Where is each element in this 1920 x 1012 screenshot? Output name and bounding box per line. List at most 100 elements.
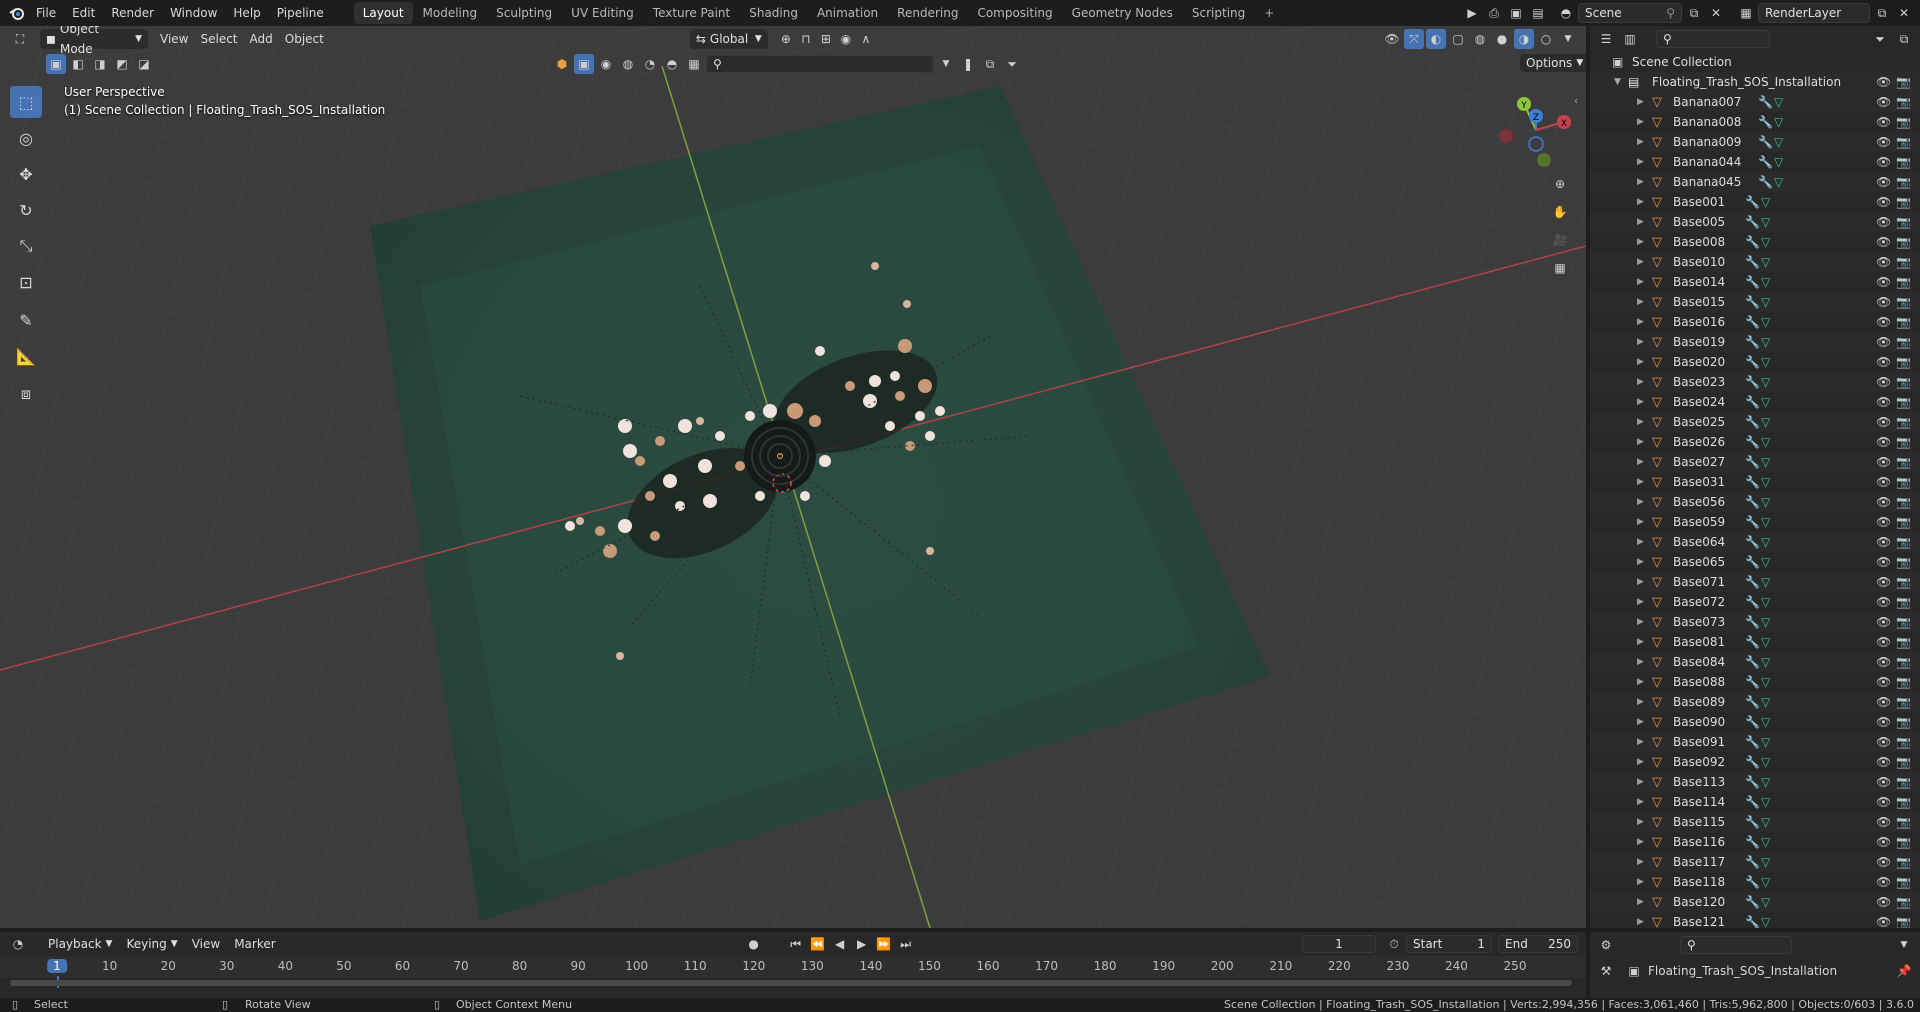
filter-all-icon[interactable]: ⬢ xyxy=(552,54,572,74)
tab-scripting[interactable]: Scripting xyxy=(1183,2,1254,24)
camera-icon[interactable]: 📷 xyxy=(1896,535,1911,549)
filter-light-icon[interactable]: ◔ xyxy=(640,54,660,74)
eye-icon[interactable]: 👁 xyxy=(1876,715,1891,729)
render-folder-icon[interactable]: ▤ xyxy=(1528,3,1548,23)
frame-ruler[interactable]: 1 10 20 30 40 50 60 70 80 90 100 110 120 130 140 150 160… xyxy=(0,956,1586,988)
display-mode-icon[interactable]: ⧉ xyxy=(980,54,1000,74)
mesh-data-icon[interactable]: ▽ xyxy=(1761,775,1770,789)
filter-world-icon[interactable]: ◍ xyxy=(618,54,638,74)
tab-animation[interactable]: Animation xyxy=(808,2,887,24)
camera-icon[interactable]: 📷 xyxy=(1896,115,1911,129)
outliner-item[interactable]: ▶ ▽ Base023 🔧 ▽ 👁 📷 xyxy=(1590,372,1920,392)
mesh-data-icon[interactable]: ▽ xyxy=(1761,255,1770,269)
expand-arrow-icon[interactable]: ▶ xyxy=(1637,237,1644,247)
modifier-wrench-icon[interactable]: 🔧 xyxy=(1745,555,1760,569)
camera-icon[interactable]: 📷 xyxy=(1896,615,1911,629)
camera-icon[interactable]: 📷 xyxy=(1896,335,1911,349)
eye-icon[interactable]: 👁 xyxy=(1876,635,1891,649)
timeline-marker-menu[interactable]: Marker xyxy=(228,934,281,954)
eye-icon[interactable]: 👁 xyxy=(1876,595,1891,609)
viewport-scene[interactable] xyxy=(0,26,1586,928)
outliner-item[interactable]: ▶ ▽ Base084 🔧 ▽ 👁 📷 xyxy=(1590,652,1920,672)
mesh-data-icon[interactable]: ▽ xyxy=(1761,415,1770,429)
eye-icon[interactable]: 👁 xyxy=(1876,395,1891,409)
filter-dropdown-icon[interactable]: ▼ xyxy=(936,54,956,74)
mesh-data-icon[interactable]: ▽ xyxy=(1761,895,1770,909)
xray-toggle-icon[interactable]: ▢ xyxy=(1448,29,1468,49)
modifier-wrench-icon[interactable]: 🔧 xyxy=(1745,255,1760,269)
outliner-item[interactable]: ▶ ▽ Base005 🔧 ▽ 👁 📷 xyxy=(1590,212,1920,232)
expand-arrow-icon[interactable]: ▶ xyxy=(1637,177,1644,187)
menu-select[interactable]: Select xyxy=(194,29,243,49)
mesh-data-icon[interactable]: ▽ xyxy=(1761,215,1770,229)
mesh-data-icon[interactable]: ▽ xyxy=(1774,115,1783,129)
outliner-item[interactable]: ▶ ▽ Base059 🔧 ▽ 👁 📷 xyxy=(1590,512,1920,532)
jump-next-key-icon[interactable]: ⏩ xyxy=(874,934,894,954)
camera-icon[interactable]: 📷 xyxy=(1896,675,1911,689)
mesh-data-icon[interactable]: ▽ xyxy=(1761,535,1770,549)
menu-pipeline[interactable]: Pipeline xyxy=(269,0,332,26)
camera-icon[interactable]: 📷 xyxy=(1896,495,1911,509)
delete-view-layer-icon[interactable]: ✕ xyxy=(1894,3,1914,23)
add-workspace-icon[interactable]: + xyxy=(1255,2,1283,24)
menu-window[interactable]: Window xyxy=(162,0,225,26)
camera-icon[interactable]: 📷 xyxy=(1896,515,1911,529)
outliner-item[interactable]: ▶ ▽ Base091 🔧 ▽ 👁 📷 xyxy=(1590,732,1920,752)
mesh-data-icon[interactable]: ▽ xyxy=(1774,135,1783,149)
outliner-search-input[interactable]: ⚲ xyxy=(1656,30,1770,48)
annotate-tool[interactable]: ✎ xyxy=(10,304,42,336)
pin-icon[interactable]: 📌 xyxy=(1894,961,1914,981)
mesh-data-icon[interactable]: ▽ xyxy=(1761,355,1770,369)
eye-icon[interactable]: 👁 xyxy=(1876,415,1891,429)
eye-icon[interactable]: 👁 xyxy=(1876,855,1891,869)
expand-arrow-icon[interactable]: ▶ xyxy=(1637,737,1644,747)
expand-arrow-icon[interactable]: ▶ xyxy=(1637,197,1644,207)
select-subtract-icon[interactable]: ◨ xyxy=(90,54,110,74)
expand-arrow-icon[interactable]: ▶ xyxy=(1637,277,1644,287)
outliner-item[interactable]: ▶ ▽ Base019 🔧 ▽ 👁 📷 xyxy=(1590,332,1920,352)
proportional-edit-icon[interactable]: ◉ xyxy=(836,29,856,49)
rendered-shading-icon[interactable]: ○ xyxy=(1536,29,1556,49)
eye-icon[interactable]: 👁 xyxy=(1876,555,1891,569)
mesh-data-icon[interactable]: ▽ xyxy=(1761,715,1770,729)
mesh-data-icon[interactable]: ▽ xyxy=(1761,515,1770,529)
tab-sculpting[interactable]: Sculpting xyxy=(487,2,561,24)
modifier-wrench-icon[interactable]: 🔧 xyxy=(1745,375,1760,389)
expand-arrow-icon[interactable]: ▶ xyxy=(1637,157,1644,167)
pin-icon[interactable]: ⚲ xyxy=(1666,6,1675,20)
modifier-wrench-icon[interactable]: 🔧 xyxy=(1745,875,1760,889)
tab-rendering[interactable]: Rendering xyxy=(888,2,967,24)
modifier-wrench-icon[interactable]: 🔧 xyxy=(1745,495,1760,509)
bookmark-icon[interactable]: ❚ xyxy=(958,54,978,74)
modifier-wrench-icon[interactable]: 🔧 xyxy=(1745,715,1760,729)
outliner-item[interactable]: ▶ ▽ Base088 🔧 ▽ 👁 📷 xyxy=(1590,672,1920,692)
ortho-grid-icon[interactable]: ▦ xyxy=(1550,258,1570,278)
modifier-wrench-icon[interactable]: 🔧 xyxy=(1758,135,1773,149)
shading-options-icon[interactable]: ▼ xyxy=(1558,29,1578,49)
options-button[interactable]: Options ▼ xyxy=(1520,54,1586,72)
modifier-wrench-icon[interactable]: 🔧 xyxy=(1745,355,1760,369)
camera-icon[interactable]: 📷 xyxy=(1896,435,1911,449)
expand-arrow-icon[interactable]: ▶ xyxy=(1637,97,1644,107)
timeline-view-menu[interactable]: View xyxy=(186,934,226,954)
menu-help[interactable]: Help xyxy=(225,0,268,26)
eye-icon[interactable]: 👁 xyxy=(1876,895,1891,909)
modifier-wrench-icon[interactable]: 🔧 xyxy=(1745,815,1760,829)
record-keyframe-icon[interactable]: ● xyxy=(744,934,764,954)
expand-arrow-icon[interactable]: ▶ xyxy=(1637,437,1644,447)
eye-icon[interactable]: 👁 xyxy=(1876,535,1891,549)
start-frame-field[interactable]: Start 1 xyxy=(1406,935,1492,953)
outliner-item[interactable]: ▶ ▽ Banana008 🔧 ▽ 👁 📷 xyxy=(1590,112,1920,132)
wireframe-shading-icon[interactable]: ◍ xyxy=(1470,29,1490,49)
playback-menu[interactable]: Playback ▼ xyxy=(42,934,118,954)
mesh-data-icon[interactable]: ▽ xyxy=(1761,635,1770,649)
mesh-data-icon[interactable]: ▽ xyxy=(1761,315,1770,329)
stopwatch-icon[interactable]: ⏱ xyxy=(1384,934,1404,954)
outliner-item[interactable]: ▶ ▽ Base056 🔧 ▽ 👁 📷 xyxy=(1590,492,1920,512)
mesh-data-icon[interactable]: ▽ xyxy=(1761,395,1770,409)
tab-compositing[interactable]: Compositing xyxy=(968,2,1061,24)
expand-arrow-icon[interactable]: ▶ xyxy=(1637,297,1644,307)
zoom-icon[interactable]: ⊕ xyxy=(1550,174,1570,194)
eye-icon[interactable]: 👁 xyxy=(1876,475,1891,489)
camera-icon[interactable]: 📷 xyxy=(1896,795,1911,809)
